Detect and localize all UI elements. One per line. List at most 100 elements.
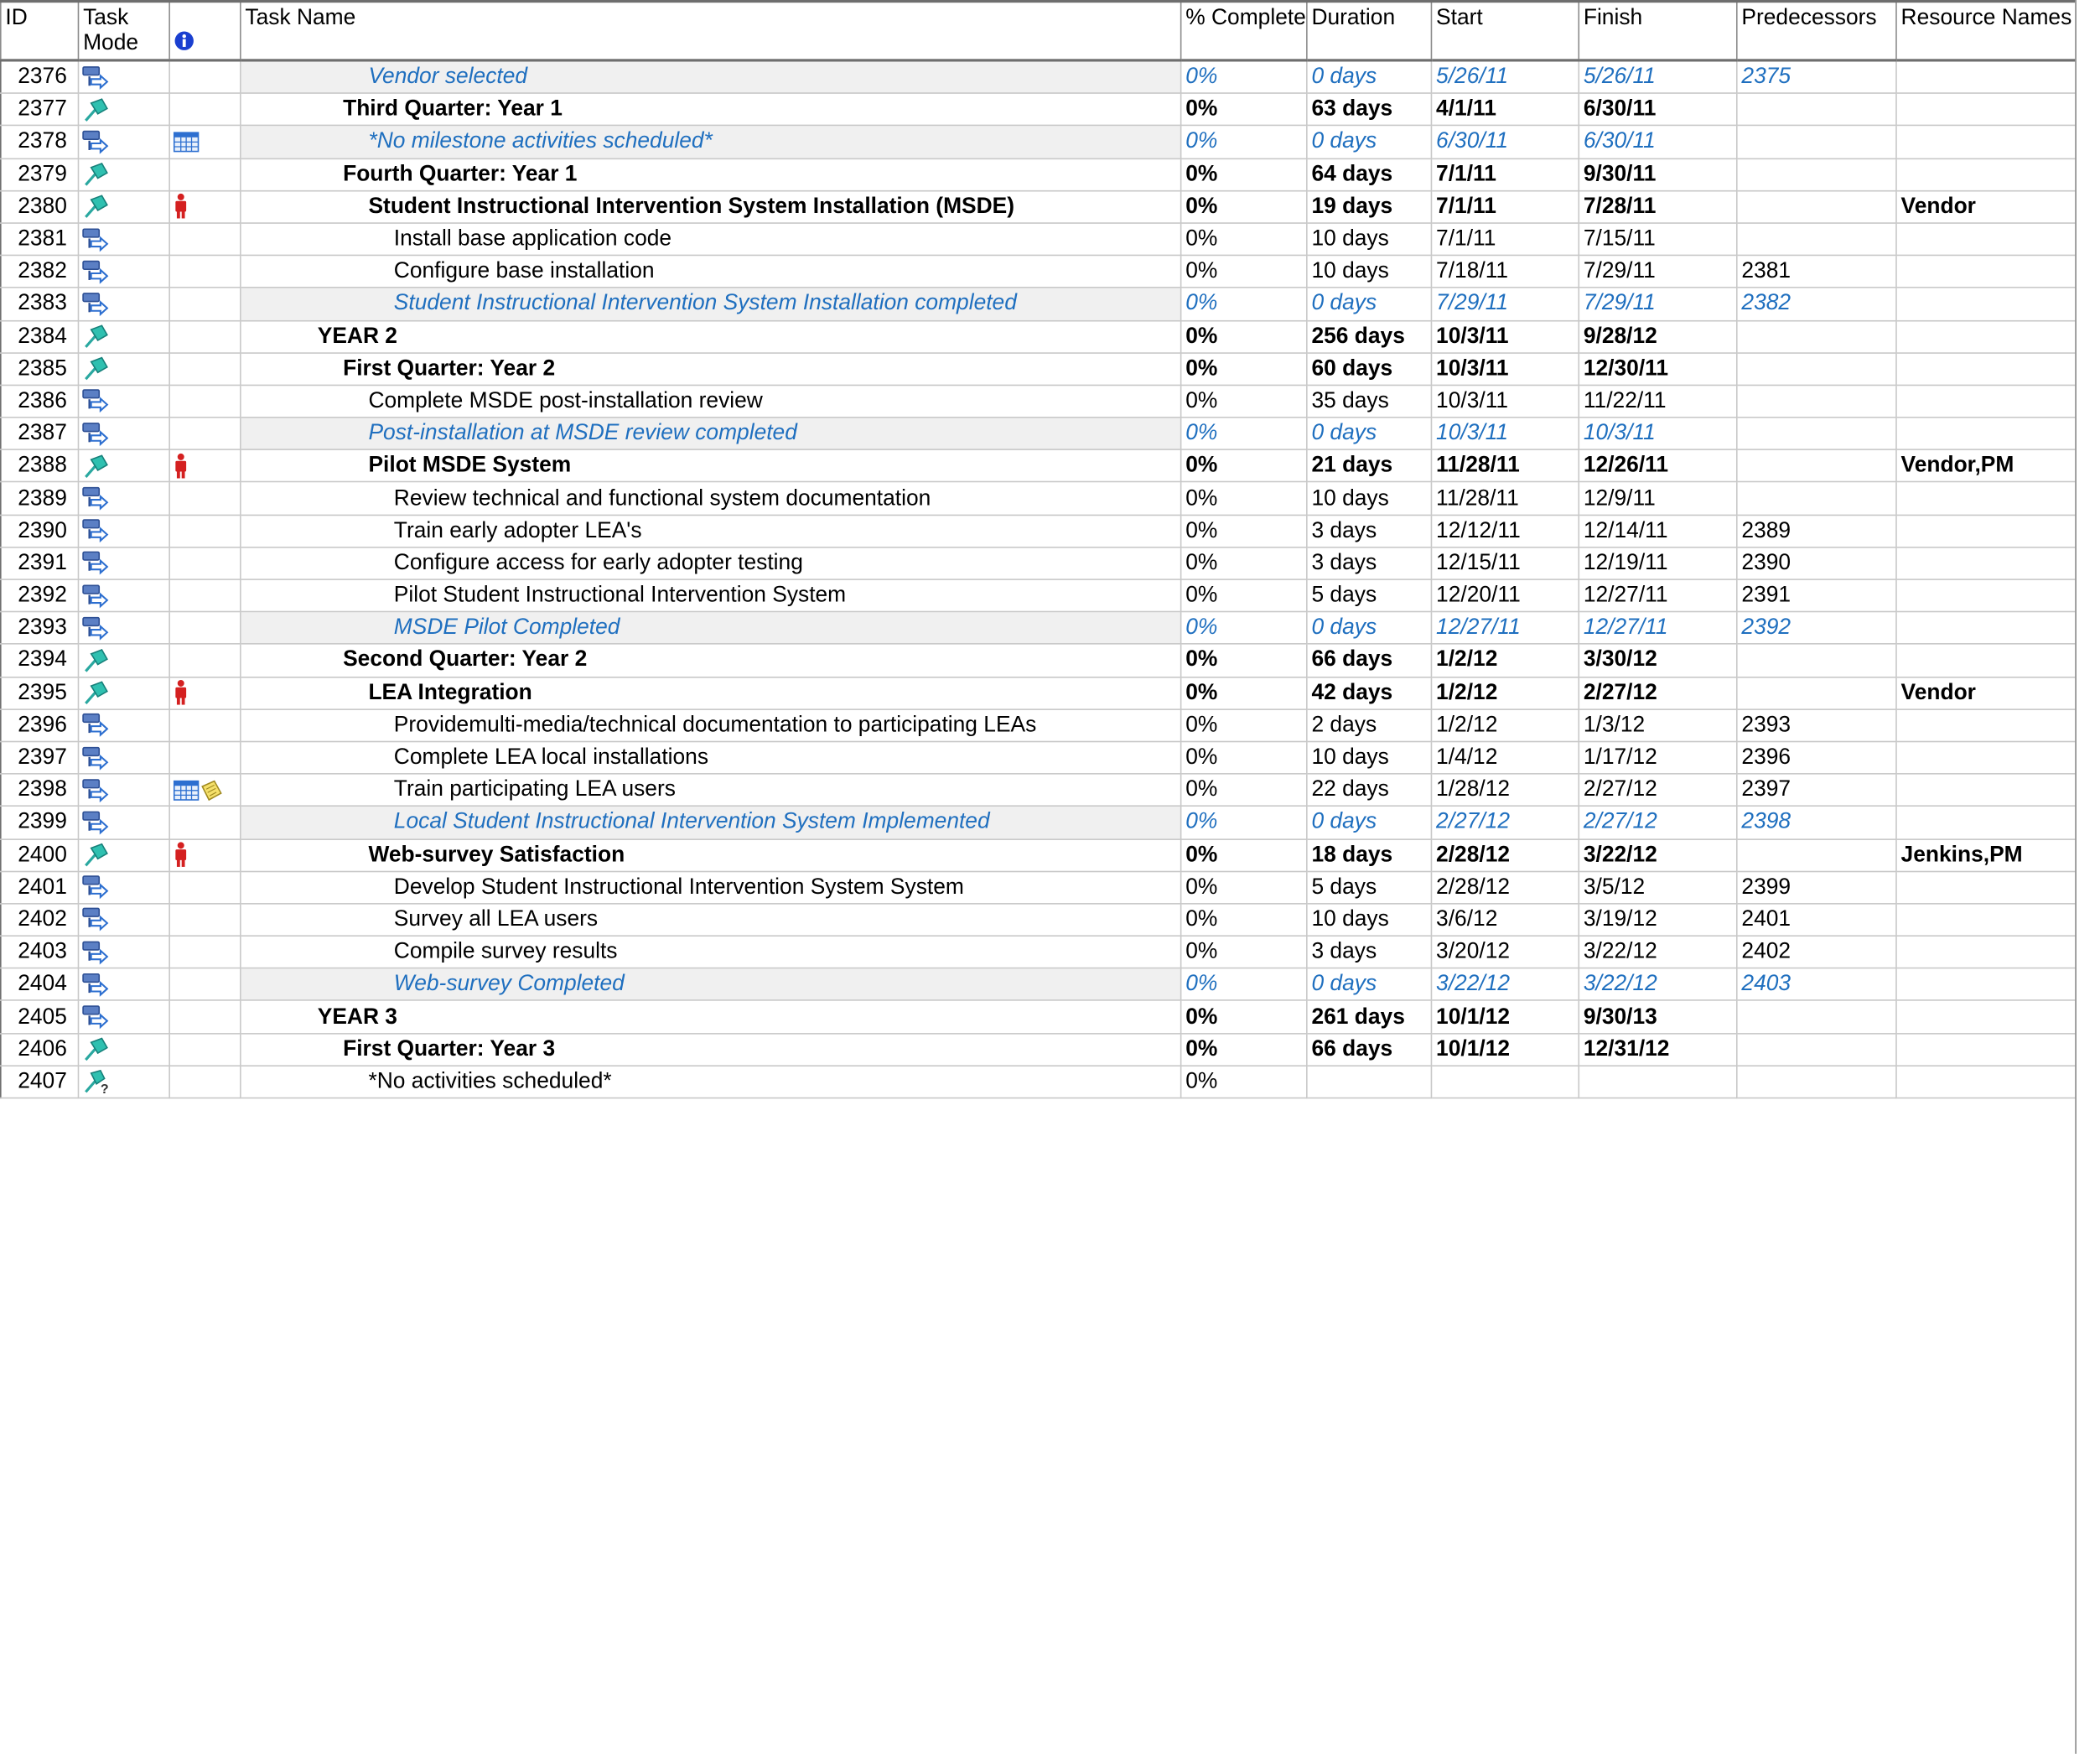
task-row[interactable]: 2376 Vendor selected 0% 0 days 5/26/11 5/26/1… bbox=[0, 60, 2077, 95]
duration-cell[interactable]: 0 days bbox=[1306, 60, 1433, 95]
row-id[interactable]: 2380 bbox=[0, 189, 80, 224]
pct-complete-cell[interactable]: 0% bbox=[1180, 449, 1308, 483]
start-cell[interactable]: 2/28/12 bbox=[1430, 838, 1580, 872]
task-name-cell[interactable]: Develop Student Instructional Interventi… bbox=[240, 870, 1182, 905]
pct-complete-cell[interactable]: 0% bbox=[1180, 384, 1308, 418]
finish-cell[interactable]: 10/3/11 bbox=[1578, 417, 1738, 451]
predecessors-cell[interactable] bbox=[1736, 1065, 1897, 1099]
row-id[interactable]: 2390 bbox=[0, 514, 80, 548]
pct-complete-cell[interactable]: 0% bbox=[1180, 935, 1308, 969]
start-cell[interactable]: 10/1/12 bbox=[1430, 999, 1580, 1035]
resource-names-cell[interactable] bbox=[1895, 1065, 2077, 1099]
resource-names-cell[interactable] bbox=[1895, 319, 2077, 354]
task-mode-cell[interactable] bbox=[77, 60, 170, 95]
row-id[interactable]: 2383 bbox=[0, 287, 80, 321]
resource-names-cell[interactable] bbox=[1895, 92, 2077, 127]
finish-cell[interactable]: 5/26/11 bbox=[1578, 60, 1738, 95]
predecessors-cell[interactable] bbox=[1736, 157, 1897, 192]
indicators-cell[interactable] bbox=[169, 805, 241, 840]
finish-cell[interactable]: 3/5/12 bbox=[1578, 870, 1738, 905]
duration-cell[interactable]: 22 days bbox=[1306, 773, 1433, 807]
task-name-cell[interactable]: Third Quarter: Year 1 bbox=[240, 92, 1182, 127]
col-header-task-name[interactable]: Task Name bbox=[240, 0, 1182, 62]
predecessors-cell[interactable]: 2382 bbox=[1736, 287, 1897, 321]
duration-cell[interactable]: 256 days bbox=[1306, 319, 1433, 354]
resource-names-cell[interactable] bbox=[1895, 254, 2077, 289]
task-mode-cell[interactable] bbox=[77, 740, 170, 775]
start-cell[interactable]: 3/6/12 bbox=[1430, 902, 1580, 937]
predecessors-cell[interactable]: 2399 bbox=[1736, 870, 1897, 905]
indicators-cell[interactable] bbox=[169, 676, 241, 710]
task-mode-cell[interactable] bbox=[77, 189, 170, 224]
predecessors-cell[interactable]: 2402 bbox=[1736, 935, 1897, 969]
task-row[interactable]: 2392 Pilot Student Instructional Interven… bbox=[0, 579, 2077, 613]
task-row[interactable]: 2406 First Quarter: Year 3 0% 66 days 10/1/1… bbox=[0, 1032, 2077, 1066]
row-id[interactable]: 2382 bbox=[0, 254, 80, 289]
finish-cell[interactable]: 2/27/12 bbox=[1578, 676, 1738, 710]
task-row[interactable]: 2404 Web-survey Completed 0% 0 days 3/22/12 3… bbox=[0, 968, 2077, 1002]
predecessors-cell[interactable]: 2389 bbox=[1736, 514, 1897, 548]
row-id[interactable]: 2387 bbox=[0, 417, 80, 451]
indicators-cell[interactable] bbox=[169, 319, 241, 354]
start-cell[interactable]: 3/22/12 bbox=[1430, 968, 1580, 1002]
indicators-cell[interactable] bbox=[169, 222, 241, 257]
resource-names-cell[interactable] bbox=[1895, 287, 2077, 321]
task-mode-cell[interactable] bbox=[77, 968, 170, 1002]
pct-complete-cell[interactable]: 0% bbox=[1180, 676, 1308, 710]
duration-cell[interactable]: 10 days bbox=[1306, 481, 1433, 516]
finish-cell[interactable]: 7/29/11 bbox=[1578, 287, 1738, 321]
resource-names-cell[interactable] bbox=[1895, 157, 2077, 192]
indicators-cell[interactable] bbox=[169, 773, 241, 807]
resource-names-cell[interactable] bbox=[1895, 546, 2077, 580]
col-header-predecessors[interactable]: Predecessors bbox=[1736, 0, 1897, 62]
col-header-start[interactable]: Start bbox=[1430, 0, 1580, 62]
start-cell[interactable]: 3/20/12 bbox=[1430, 935, 1580, 969]
start-cell[interactable]: 12/15/11 bbox=[1430, 546, 1580, 580]
start-cell[interactable]: 10/3/11 bbox=[1430, 417, 1580, 451]
col-header-resource-names[interactable]: Resource Names bbox=[1895, 0, 2077, 62]
duration-cell[interactable]: 0 days bbox=[1306, 417, 1433, 451]
start-cell[interactable] bbox=[1430, 1065, 1580, 1099]
task-name-cell[interactable]: Web-survey Satisfaction bbox=[240, 838, 1182, 872]
predecessors-cell[interactable]: 2401 bbox=[1736, 902, 1897, 937]
finish-cell[interactable]: 12/14/11 bbox=[1578, 514, 1738, 548]
duration-cell[interactable]: 0 days bbox=[1306, 805, 1433, 840]
resource-names-cell[interactable] bbox=[1895, 870, 2077, 905]
duration-cell[interactable]: 0 days bbox=[1306, 610, 1433, 646]
resource-names-cell[interactable]: Vendor bbox=[1895, 676, 2077, 710]
duration-cell[interactable]: 5 days bbox=[1306, 579, 1433, 613]
task-row[interactable]: 2384 YEAR 2 0% 256 days 10/3/11 9/28/12 bbox=[0, 319, 2077, 354]
col-header-duration[interactable]: Duration bbox=[1306, 0, 1433, 62]
pct-complete-cell[interactable]: 0% bbox=[1180, 481, 1308, 516]
predecessors-cell[interactable]: 2381 bbox=[1736, 254, 1897, 289]
row-id[interactable]: 2376 bbox=[0, 60, 80, 95]
row-id[interactable]: 2394 bbox=[0, 643, 80, 677]
finish-cell[interactable]: 3/22/12 bbox=[1578, 968, 1738, 1002]
row-id[interactable]: 2381 bbox=[0, 222, 80, 257]
predecessors-cell[interactable]: 2390 bbox=[1736, 546, 1897, 580]
task-row[interactable]: 2383 Student Instructional Intervention S… bbox=[0, 287, 2077, 321]
duration-cell[interactable]: 5 days bbox=[1306, 870, 1433, 905]
task-mode-cell[interactable] bbox=[77, 999, 170, 1035]
pct-complete-cell[interactable]: 0% bbox=[1180, 968, 1308, 1002]
task-mode-cell[interactable] bbox=[77, 935, 170, 969]
resource-names-cell[interactable] bbox=[1895, 417, 2077, 451]
pct-complete-cell[interactable]: 0% bbox=[1180, 254, 1308, 289]
task-row[interactable]: 2401 Develop Student Instructional Interv… bbox=[0, 870, 2077, 905]
row-id[interactable]: 2405 bbox=[0, 999, 80, 1035]
task-mode-cell[interactable] bbox=[77, 546, 170, 580]
resource-names-cell[interactable] bbox=[1895, 968, 2077, 1002]
task-row[interactable]: 2389 Review technical and functional syst… bbox=[0, 481, 2077, 516]
duration-cell[interactable]: 60 days bbox=[1306, 351, 1433, 387]
row-id[interactable]: 2393 bbox=[0, 610, 80, 646]
start-cell[interactable]: 1/2/12 bbox=[1430, 708, 1580, 743]
row-id[interactable]: 2401 bbox=[0, 870, 80, 905]
duration-cell[interactable]: 0 days bbox=[1306, 968, 1433, 1002]
indicators-cell[interactable] bbox=[169, 935, 241, 969]
col-header-finish[interactable]: Finish bbox=[1578, 0, 1738, 62]
resource-names-cell[interactable] bbox=[1895, 60, 2077, 95]
task-row[interactable]: 2402 Survey all LEA users 0% 10 days 3/6/12 3… bbox=[0, 902, 2077, 937]
resource-names-cell[interactable]: Vendor,PM bbox=[1895, 449, 2077, 483]
indicators-cell[interactable] bbox=[169, 157, 241, 192]
task-name-cell[interactable]: Survey all LEA users bbox=[240, 902, 1182, 937]
